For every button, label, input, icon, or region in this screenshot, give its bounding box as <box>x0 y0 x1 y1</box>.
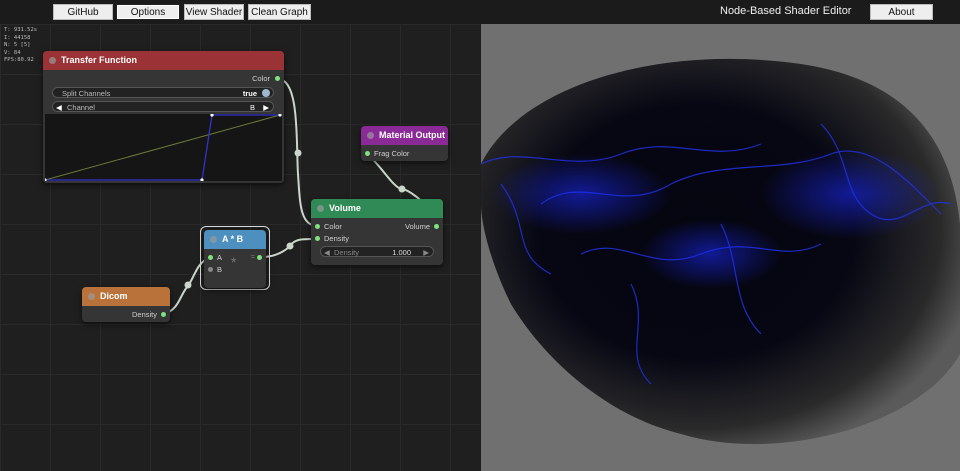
wire-midpoint[interactable] <box>398 185 406 193</box>
slider-label: Density <box>334 248 360 257</box>
output-label-volume: Volume <box>404 222 430 231</box>
input-pin-b[interactable] <box>208 267 213 272</box>
toggle-value: true <box>242 89 257 98</box>
material-output-node[interactable]: Material Output Frag Color <box>361 126 448 161</box>
selector-label: Channel <box>67 103 95 112</box>
about-button[interactable]: About <box>870 4 933 20</box>
input-label-b: B <box>217 265 223 274</box>
operator-symbol: * <box>231 254 237 270</box>
split-channels-toggle[interactable]: Split Channels true <box>52 87 274 98</box>
wire-midpoint[interactable] <box>286 242 294 250</box>
input-label-a: A <box>217 253 223 262</box>
input-pin-a[interactable] <box>208 255 213 260</box>
selector-value: B <box>249 103 255 112</box>
node-title: Dicom <box>100 291 128 301</box>
input-pin-frag-color[interactable] <box>365 151 370 156</box>
options-button[interactable]: Options <box>116 4 180 20</box>
output-pin-density[interactable] <box>161 312 166 317</box>
output-label: = <box>250 252 255 261</box>
channel-selector[interactable]: ◀ Channel B ▶ <box>52 101 274 112</box>
wire-midpoint[interactable] <box>184 281 192 289</box>
toggle-label: Split Channels <box>62 89 111 98</box>
slider-value: 1.000 <box>392 248 411 257</box>
arrow-left-icon[interactable]: ◀ <box>324 248 330 257</box>
output-label-density: Density <box>131 310 157 319</box>
toggle-knob-icon <box>262 89 270 97</box>
output-pin[interactable] <box>257 255 262 260</box>
volume-node[interactable]: Volume Color Volume Density ◀ Density 1.… <box>311 199 443 265</box>
render-viewport[interactable] <box>481 24 960 471</box>
top-bar: GitHub Options View Shader Clean Graph N… <box>0 0 960 24</box>
output-pin-volume[interactable] <box>434 224 439 229</box>
arrow-left-icon[interactable]: ◀ <box>56 103 62 112</box>
input-label-density: Density <box>324 234 350 243</box>
view-shader-button[interactable]: View Shader <box>184 4 244 20</box>
app-title: Node-Based Shader Editor <box>720 5 852 17</box>
node-title: Material Output <box>379 130 446 140</box>
github-button[interactable]: GitHub <box>53 4 113 20</box>
wire-midpoint[interactable] <box>294 149 302 157</box>
output-pin-color[interactable] <box>275 76 280 81</box>
transfer-curve-editor[interactable] <box>45 114 282 181</box>
density-slider[interactable]: ◀ Density 1.000 ▶ <box>320 246 434 257</box>
node-header[interactable]: Volume <box>311 199 443 218</box>
dicom-node[interactable]: Dicom Density <box>82 287 170 322</box>
node-title: A * B <box>222 234 244 244</box>
collapse-dot[interactable] <box>210 236 217 243</box>
collapse-dot[interactable] <box>49 57 56 64</box>
input-pin-color[interactable] <box>315 224 320 229</box>
node-header[interactable]: A * B <box>204 230 266 249</box>
node-title: Volume <box>329 203 361 213</box>
node-header[interactable]: Dicom <box>82 287 170 306</box>
input-label-color: Color <box>324 222 342 231</box>
node-graph-canvas[interactable]: T: 931.52s I: 44158 N: 5 [5] V: 84 FPS:8… <box>0 24 480 471</box>
arrow-right-icon[interactable]: ▶ <box>263 103 269 112</box>
multiply-node[interactable]: A * B A B * = <box>204 230 266 288</box>
input-label-frag-color: Frag Color <box>374 149 410 158</box>
collapse-dot[interactable] <box>367 132 374 139</box>
node-header[interactable]: Material Output <box>361 126 448 145</box>
collapse-dot[interactable] <box>317 205 324 212</box>
transfer-function-node[interactable]: Transfer Function Color Split Channels t… <box>43 51 284 183</box>
clean-graph-button[interactable]: Clean Graph <box>248 4 311 20</box>
node-title: Transfer Function <box>61 55 138 65</box>
output-label-color: Color <box>252 74 270 83</box>
arrow-right-icon[interactable]: ▶ <box>423 248 429 257</box>
node-header[interactable]: Transfer Function <box>43 51 284 70</box>
collapse-dot[interactable] <box>88 293 95 300</box>
volume-render <box>481 24 960 471</box>
input-pin-density[interactable] <box>315 236 320 241</box>
